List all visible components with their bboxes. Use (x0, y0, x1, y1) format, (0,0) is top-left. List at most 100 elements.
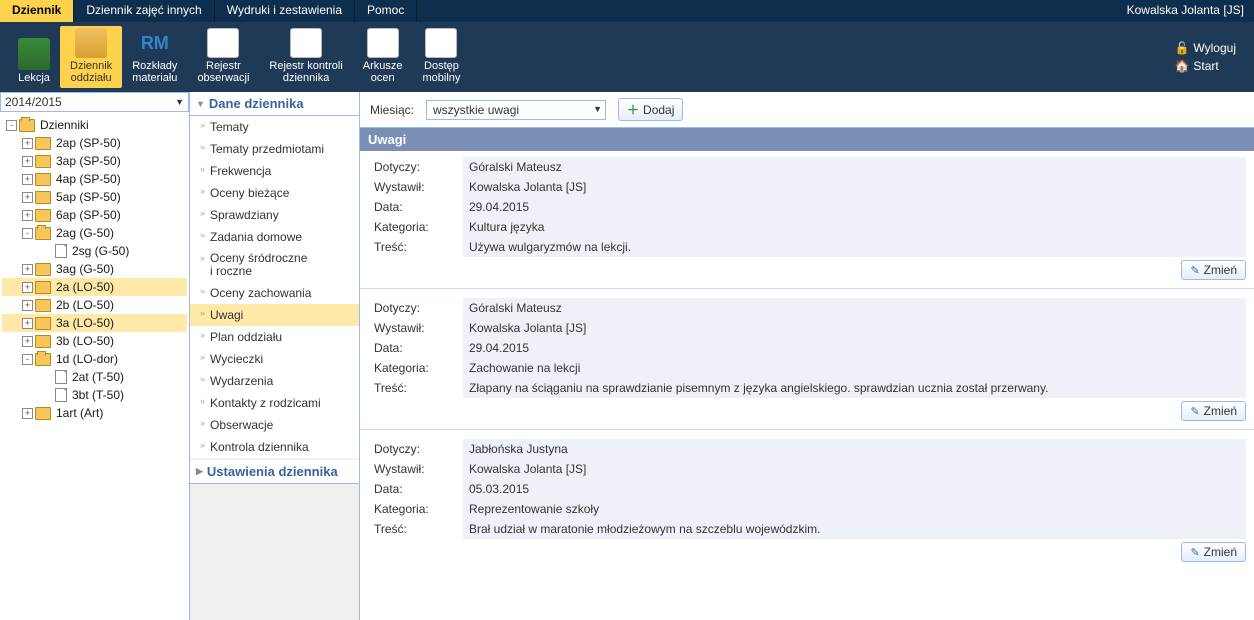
tree-node[interactable]: +2a (LO-50) (2, 278, 187, 296)
ribbon-rejestr-kontroli[interactable]: Rejestr kontrolidziennika (259, 26, 352, 88)
tree-node[interactable]: -Dzienniki (2, 116, 187, 134)
top-tab-pomoc[interactable]: Pomoc (355, 0, 417, 22)
ribbon-label: Rozkładymateriału (132, 60, 177, 84)
start-link[interactable]: 🏠 Start (1174, 59, 1236, 73)
mid-item-label: Wycieczki (210, 352, 263, 366)
lock-icon: 🔓 (1174, 41, 1189, 55)
chevron-down-icon: ▼ (593, 104, 602, 114)
add-button[interactable]: ＋ Dodaj (618, 98, 683, 121)
mid-panel-header-dane[interactable]: ▼ Dane dziennika (190, 92, 359, 116)
expand-icon[interactable]: + (22, 408, 33, 419)
expand-icon[interactable]: + (22, 300, 33, 311)
month-select[interactable]: wszystkie uwagi ▼ (426, 100, 606, 120)
expand-icon[interactable]: + (22, 318, 33, 329)
mid-item-tematy-przedmiotami[interactable]: ››Tematy przedmiotami (190, 138, 359, 160)
edit-note-button[interactable]: ✎Zmień (1181, 260, 1246, 280)
expand-icon[interactable]: + (22, 156, 33, 167)
note-value-kategoria: Reprezentowanie szkoły (463, 499, 1246, 519)
ribbon-dostep-mobilny[interactable]: Dostępmobilny (413, 26, 471, 88)
mid-item-kontakty-z-rodzicami[interactable]: ››Kontakty z rodzicami (190, 392, 359, 414)
rozklady-icon: RM (139, 28, 171, 58)
top-tab-dziennik[interactable]: Dziennik (0, 0, 74, 22)
chevron-right-icon: ›› (200, 352, 204, 366)
ribbon-lekcja[interactable]: Lekcja (8, 26, 60, 88)
mid-item-frekwencja[interactable]: ››Frekwencja (190, 160, 359, 182)
collapse-icon[interactable]: - (22, 354, 33, 365)
expand-icon[interactable]: + (22, 192, 33, 203)
mid-item-label: Frekwencja (210, 164, 271, 178)
collapse-icon[interactable]: - (22, 228, 33, 239)
mid-item-label: Tematy przedmiotami (210, 142, 324, 156)
note-value-dotyczy: Góralski Mateusz (463, 157, 1246, 177)
tree-node[interactable]: +2ap (SP-50) (2, 134, 187, 152)
tree-node[interactable]: +3ag (G-50) (2, 260, 187, 278)
tree-node-label: 3bt (T-50) (72, 388, 124, 402)
logout-link[interactable]: 🔓 Wyloguj (1174, 41, 1236, 55)
tree-node[interactable]: -2ag (G-50) (2, 224, 187, 242)
note-label-data: Data: (368, 197, 463, 217)
mid-item-sprawdziany[interactable]: ››Sprawdziany (190, 204, 359, 226)
ribbon-dziennik-oddzialu[interactable]: Dziennikoddziału (60, 26, 122, 88)
mid-item-oceny-śródroczne[interactable]: ››Oceny śródrocznei roczne (190, 248, 359, 282)
tree-node[interactable]: +2b (LO-50) (2, 296, 187, 314)
tree-node[interactable]: +3b (LO-50) (2, 332, 187, 350)
note-label-dotyczy: Dotyczy: (368, 439, 463, 459)
expand-icon[interactable]: + (22, 282, 33, 293)
mid-item-uwagi[interactable]: ››Uwagi (190, 304, 359, 326)
mid-item-oceny-bieżące[interactable]: ››Oceny bieżące (190, 182, 359, 204)
mid-item-label: Kontakty z rodzicami (210, 396, 321, 410)
ribbon-arkusze-ocen[interactable]: Arkuszeocen (353, 26, 413, 88)
mid-item-oceny-zachowania[interactable]: ››Oceny zachowania (190, 282, 359, 304)
mid-item-label: Uwagi (210, 308, 243, 322)
tree-node[interactable]: +3ap (SP-50) (2, 152, 187, 170)
ribbon-label: Dostępmobilny (423, 60, 461, 84)
year-select[interactable]: 2014/2015 ▼ (0, 92, 189, 112)
expand-icon[interactable]: + (22, 174, 33, 185)
expand-icon[interactable]: + (22, 138, 33, 149)
collapse-icon[interactable]: - (6, 120, 17, 131)
tree-node[interactable]: +6ap (SP-50) (2, 206, 187, 224)
mid-item-kontrola-dziennika[interactable]: ››Kontrola dziennika (190, 436, 359, 458)
mid-item-obserwacje[interactable]: ››Obserwacje (190, 414, 359, 436)
note-label-dotyczy: Dotyczy: (368, 298, 463, 318)
tree-node[interactable]: +4ap (SP-50) (2, 170, 187, 188)
edit-note-button[interactable]: ✎Zmień (1181, 401, 1246, 421)
tree-node[interactable]: - 1d (LO-dor) (2, 350, 187, 368)
tree-node[interactable]: +3a (LO-50) (2, 314, 187, 332)
expand-icon[interactable]: + (22, 264, 33, 275)
note-label-tresc: Treść: (368, 378, 463, 398)
edit-note-button[interactable]: ✎Zmień (1181, 542, 1246, 562)
tree-node[interactable]: +1art (Art) (2, 404, 187, 422)
mid-item-zadania-domowe[interactable]: ››Zadania domowe (190, 226, 359, 248)
mid-item-label: Wydarzenia (210, 374, 273, 388)
ribbon-rejestr-obserwacji[interactable]: Rejestrobserwacji (187, 26, 259, 88)
classes-tree: -Dzienniki+2ap (SP-50)+3ap (SP-50)+4ap (… (0, 112, 189, 426)
folder-icon (35, 353, 51, 366)
folder-icon (35, 155, 51, 168)
note-value-data: 05.03.2015 (463, 479, 1246, 499)
tree-node-label: 1d (LO-dor) (56, 352, 118, 366)
ribbon-rozklady[interactable]: RMRozkładymateriału (122, 26, 187, 88)
mid-item-wycieczki[interactable]: ›› Wycieczki (190, 348, 359, 370)
ribbon-label: Arkuszeocen (363, 60, 403, 84)
mid-panel-header-ustawienia[interactable]: ▶ Ustawienia dziennika (190, 460, 359, 484)
tree-node[interactable]: 2sg (G-50) (2, 242, 187, 260)
expand-icon[interactable]: + (22, 210, 33, 221)
file-icon (55, 370, 67, 384)
mid-item-plan-oddziału[interactable]: ››Plan oddziału (190, 326, 359, 348)
chevron-right-icon: ›› (200, 120, 204, 134)
tree-node-label: 5ap (SP-50) (56, 190, 121, 204)
edit-button-label: Zmień (1204, 404, 1237, 418)
chevron-right-icon: ›› (200, 186, 204, 200)
note-card: Dotyczy:Góralski MateuszWystawił:Kowalsk… (368, 298, 1246, 421)
tree-node[interactable]: +5ap (SP-50) (2, 188, 187, 206)
tree-node[interactable]: 3bt (T-50) (2, 386, 187, 404)
tree-node[interactable]: 2at (T-50) (2, 368, 187, 386)
mid-item-tematy[interactable]: ››Tematy (190, 116, 359, 138)
top-tab-wydruki-i-zestawienia[interactable]: Wydruki i zestawienia (215, 0, 355, 22)
month-label: Miesiąc: (370, 103, 414, 117)
expand-icon[interactable]: + (22, 336, 33, 347)
top-tab-dziennik-zaj-innych[interactable]: Dziennik zajęć innych (74, 0, 214, 22)
chevron-right-icon: ›› (200, 230, 204, 244)
mid-item-wydarzenia[interactable]: ››Wydarzenia (190, 370, 359, 392)
